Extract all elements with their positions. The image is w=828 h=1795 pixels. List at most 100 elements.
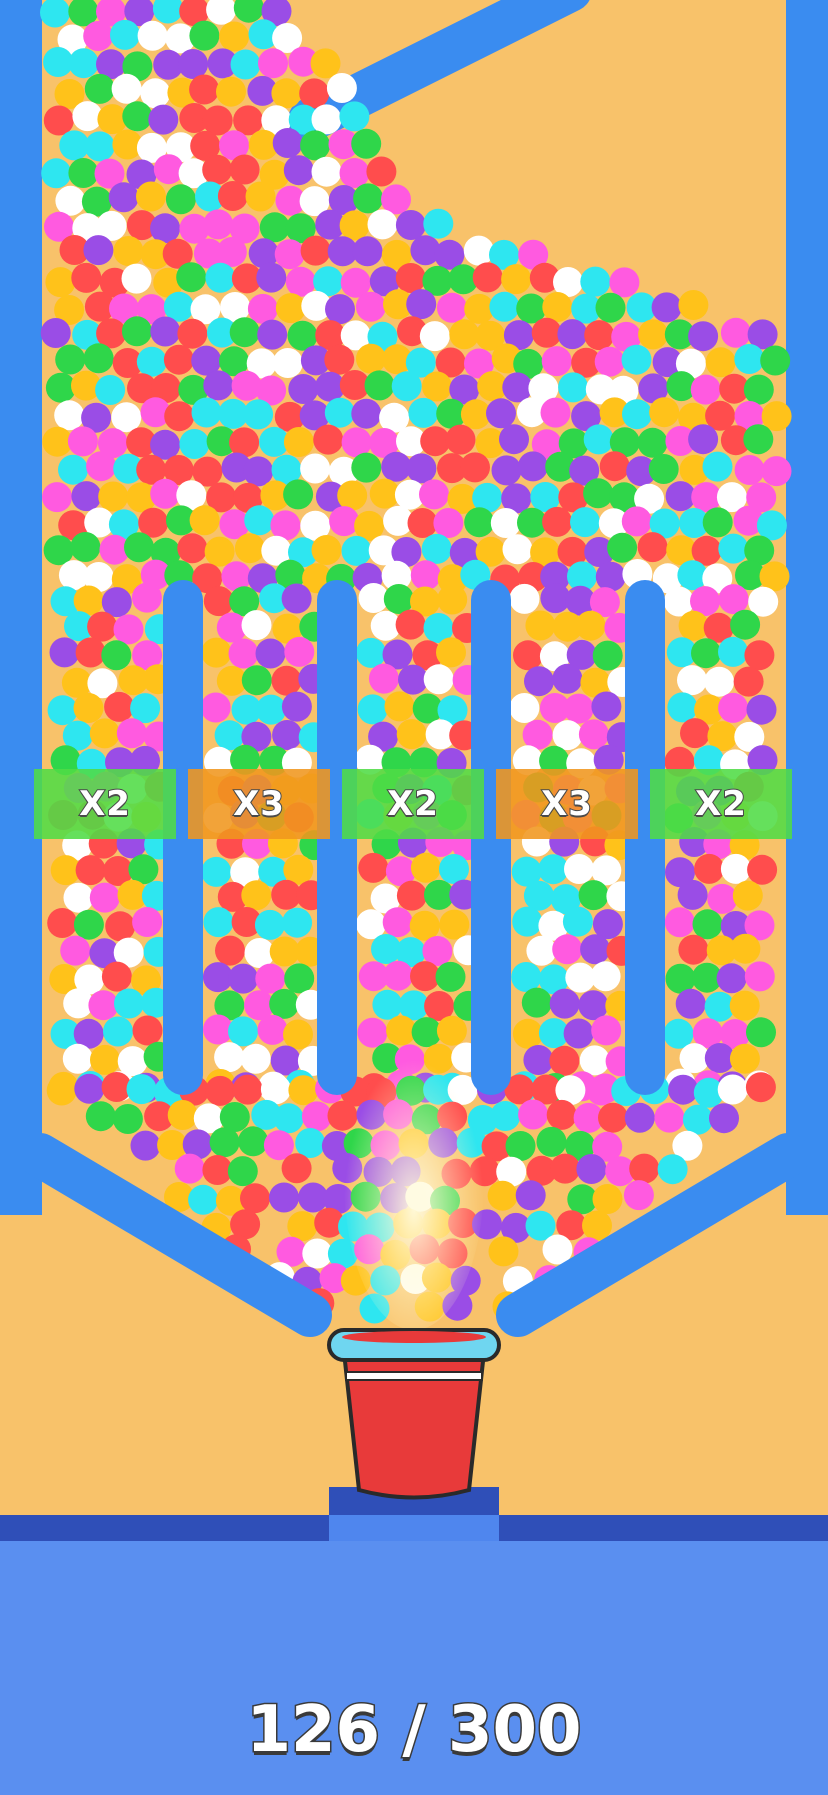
progress-counter: 126 / 300 (245, 1692, 583, 1769)
ball (489, 291, 520, 322)
ball (609, 267, 640, 298)
ball (622, 399, 652, 430)
ball (531, 317, 562, 348)
ball (95, 375, 126, 405)
ball (42, 426, 73, 457)
ball (688, 424, 719, 455)
ball (575, 610, 606, 641)
ball (391, 371, 422, 402)
ball (288, 1075, 319, 1106)
ball (351, 128, 382, 159)
ball (743, 424, 774, 455)
pour-glow (344, 1030, 484, 1330)
ball (256, 262, 287, 293)
ball (202, 154, 233, 185)
ball (150, 316, 181, 347)
ball (238, 1126, 269, 1157)
game-scene[interactable] (0, 0, 828, 1791)
ball (47, 908, 78, 938)
ball (629, 1153, 660, 1184)
ball (702, 507, 733, 538)
ball (579, 1045, 610, 1076)
ball (730, 609, 761, 640)
ball (433, 508, 464, 538)
ball (281, 1153, 312, 1184)
ball (128, 854, 159, 885)
ball (324, 344, 355, 375)
ball (310, 48, 341, 79)
ball (287, 1211, 318, 1242)
ball (203, 907, 234, 938)
ball (351, 452, 382, 483)
ball (105, 911, 136, 942)
ball (592, 1184, 623, 1214)
multiplier-gate-5: X2 (650, 769, 792, 839)
ball (578, 719, 609, 750)
ball (511, 962, 542, 992)
ball (40, 318, 71, 348)
ball (729, 1043, 760, 1074)
ball (744, 961, 775, 992)
ball (677, 665, 707, 696)
ball (590, 961, 621, 992)
ball (283, 427, 314, 457)
ball (101, 961, 132, 992)
ball (591, 1015, 622, 1046)
ball (665, 481, 696, 512)
ball (46, 1075, 77, 1106)
ball (733, 666, 764, 697)
ball (165, 184, 196, 215)
ball (357, 694, 388, 725)
ball (163, 344, 194, 375)
ball (541, 346, 572, 377)
ball (395, 263, 426, 293)
ball (132, 1015, 163, 1046)
ball (269, 988, 300, 1019)
ball (526, 935, 557, 966)
ball (680, 718, 710, 749)
ball (384, 691, 415, 722)
ball (83, 343, 114, 374)
ball (104, 691, 135, 722)
ball (281, 583, 312, 614)
game-board[interactable]: X2 X3 X2 X3 X2 126 / 300 (0, 0, 828, 1791)
ball (244, 505, 275, 536)
ball (419, 479, 449, 510)
ball (491, 455, 522, 486)
ball (518, 1099, 549, 1130)
ball (599, 451, 630, 482)
ball (688, 321, 719, 352)
ball (357, 1017, 388, 1048)
ball (90, 1044, 120, 1075)
ball (356, 637, 386, 668)
ball (43, 47, 74, 77)
ball (460, 452, 490, 483)
ball (353, 183, 384, 214)
ball (232, 1074, 263, 1105)
ball (512, 906, 543, 937)
ball (366, 156, 397, 187)
ball (228, 638, 259, 669)
ball (694, 853, 725, 884)
ball (103, 1016, 133, 1047)
ball (368, 663, 399, 694)
ball (73, 909, 104, 940)
ball (288, 374, 319, 404)
ball (649, 397, 680, 428)
ball (598, 1102, 628, 1133)
ball (524, 666, 554, 697)
ball (73, 693, 104, 723)
ball (654, 1102, 685, 1133)
ball (98, 481, 129, 512)
ball (55, 185, 86, 216)
ball (509, 693, 540, 723)
ball (761, 456, 792, 487)
ball (302, 1238, 333, 1269)
ball (396, 880, 427, 911)
ball (692, 909, 723, 940)
ball (295, 1128, 326, 1158)
ball (623, 1180, 654, 1211)
ball (591, 691, 622, 722)
ball (209, 1127, 240, 1158)
ball (563, 1018, 594, 1049)
